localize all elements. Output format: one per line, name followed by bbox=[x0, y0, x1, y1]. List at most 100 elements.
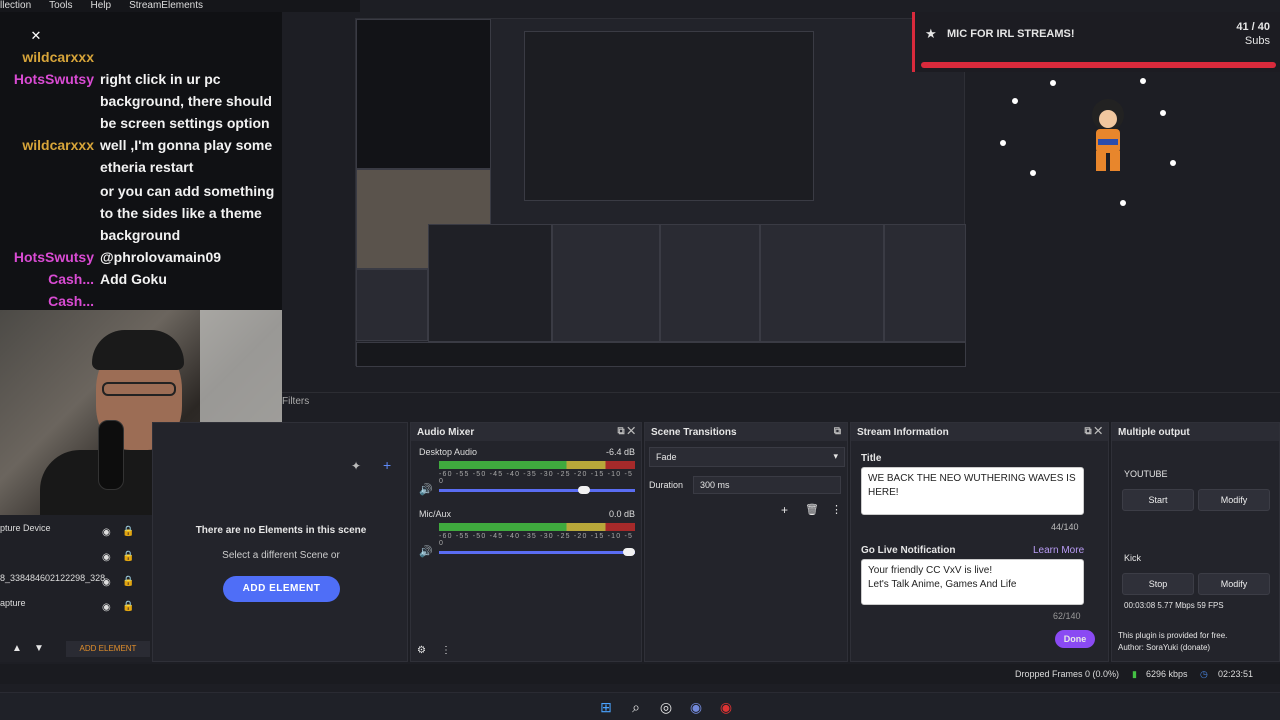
desktop-audio-ticks: -60 -55 -50 -45 -40 -35 -30 -25 -20 -15 … bbox=[439, 471, 634, 485]
star-icon: ★ bbox=[925, 26, 937, 41]
eye-icon[interactable]: ◉ bbox=[102, 602, 111, 613]
audio-mixer-title: Audio Mixer bbox=[417, 427, 475, 438]
go-live-char-count: 62/140 bbox=[1053, 611, 1081, 621]
multiple-output-header: Multiple output bbox=[1112, 423, 1279, 441]
mic-aux-knob[interactable] bbox=[623, 548, 636, 556]
go-live-text-1: Your friendly CC VxV is live! bbox=[868, 565, 993, 576]
dock-controls-icon[interactable]: ⧉ ✕ bbox=[617, 426, 635, 437]
alert-progress-bar bbox=[921, 62, 1276, 68]
duration-label: Duration bbox=[649, 480, 684, 490]
snow-particle bbox=[1120, 200, 1126, 206]
go-live-input[interactable]: Your friendly CC VxV is live! Let's Talk … bbox=[861, 559, 1084, 605]
close-icon[interactable]: ✕ bbox=[29, 29, 43, 43]
snow-particle bbox=[1050, 80, 1056, 86]
move-down-icon[interactable]: ▼ bbox=[34, 643, 44, 654]
youtube-label: YOUTUBE bbox=[1124, 469, 1168, 479]
lock-icon[interactable]: 🔒 bbox=[122, 551, 134, 562]
alert-count-unit: Subs bbox=[1244, 35, 1270, 47]
record-app-icon[interactable]: ◉ bbox=[716, 697, 736, 717]
obs-icon[interactable]: ◎ bbox=[656, 697, 676, 717]
clock-icon: ◷ bbox=[1200, 669, 1208, 679]
desktop-audio-knob[interactable] bbox=[578, 486, 591, 494]
chat-line: or you can add something to the sides li… bbox=[100, 183, 275, 243]
stream-information-header: Stream Information ⧉ ✕ bbox=[851, 423, 1108, 441]
chat-line: wildcarxxx bbox=[22, 49, 94, 65]
transition-select[interactable]: Fade ▾ bbox=[649, 447, 845, 467]
chat-line: HotsSwutsy @phrolovamain09 bbox=[13, 249, 222, 265]
stream-information-title: Stream Information bbox=[857, 427, 949, 438]
sources-dock: pture Device ◉ 🔒 ◉ 🔒 8_338484602122298_328 ◉… bbox=[0, 515, 152, 662]
move-up-icon[interactable]: ▲ bbox=[12, 643, 22, 654]
kick-modify-button[interactable]: Modify bbox=[1198, 573, 1270, 595]
more-icon[interactable]: ⋮ bbox=[441, 645, 451, 656]
source-row[interactable]: ◉ 🔒 bbox=[0, 548, 150, 568]
sparkle-icon[interactable]: ✦ bbox=[351, 459, 361, 473]
title-label: Title bbox=[861, 453, 882, 464]
snow-particle bbox=[1160, 110, 1166, 116]
sub-goal-alert: ★ MIC FOR IRL STREAMS! 41 / 40 Subs bbox=[912, 12, 1280, 72]
lock-icon[interactable]: 🔒 bbox=[122, 526, 134, 537]
source-row[interactable]: apture ◉ 🔒 bbox=[0, 598, 150, 618]
learn-more-link[interactable]: Learn More bbox=[1033, 545, 1084, 556]
microphone bbox=[98, 420, 124, 490]
mic-aux-label: Mic/Aux bbox=[419, 509, 452, 519]
eye-icon[interactable]: ◉ bbox=[102, 577, 111, 588]
mic-aux-slider[interactable] bbox=[439, 551, 635, 554]
menu-tools[interactable]: Tools bbox=[49, 0, 72, 12]
mic-aux-ticks: -60 -55 -50 -45 -40 -35 -30 -25 -20 -15 … bbox=[439, 533, 634, 547]
nested-sources bbox=[356, 269, 428, 341]
bitrate: 6296 kbps bbox=[1146, 669, 1188, 679]
desktop-audio-slider[interactable] bbox=[439, 489, 635, 492]
empty-scene-title: There are no Elements in this scene bbox=[195, 525, 367, 536]
source-row[interactable]: pture Device ◉ 🔒 bbox=[0, 523, 150, 543]
trash-icon[interactable]: 🗑 bbox=[805, 503, 819, 516]
source-row[interactable]: 8_338484602122298_328 ◉ 🔒 bbox=[0, 573, 150, 593]
stream-time: 02:23:51 bbox=[1218, 669, 1254, 679]
title-input[interactable]: WE BACK THE NEO WUTHERING WAVES IS HERE! bbox=[861, 467, 1084, 515]
dock-controls-icon[interactable]: ⧉ bbox=[834, 426, 841, 437]
webcam-cap bbox=[92, 330, 184, 370]
speaker-icon[interactable]: 🔊 bbox=[419, 545, 433, 558]
more-icon[interactable]: ⋮ bbox=[831, 503, 842, 516]
nested-chat bbox=[356, 19, 491, 169]
window-light bbox=[200, 310, 282, 430]
chevron-down-icon: ▾ bbox=[833, 451, 838, 461]
windows-start-icon[interactable]: ⊞ bbox=[596, 697, 616, 717]
done-button[interactable]: Done bbox=[1055, 630, 1095, 648]
nested-taskbar bbox=[356, 342, 966, 367]
lock-icon[interactable]: 🔒 bbox=[122, 601, 134, 612]
eye-icon[interactable]: ◉ bbox=[102, 552, 111, 563]
filters-button[interactable]: Filters bbox=[282, 396, 309, 407]
dock-controls-icon[interactable]: ⧉ ✕ bbox=[1084, 426, 1102, 437]
nested-preview bbox=[355, 18, 966, 367]
program-preview[interactable] bbox=[355, 18, 966, 367]
mic-aux-db: 0.0 dB bbox=[609, 509, 636, 519]
desktop-audio-label: Desktop Audio bbox=[419, 447, 478, 457]
nested-mixer bbox=[552, 224, 660, 342]
settings-icon[interactable]: ⚙ bbox=[417, 645, 426, 656]
audio-mixer-dock: Audio Mixer ⧉ ✕ Desktop Audio -6.4 dB -60… bbox=[410, 422, 642, 662]
nested-obs bbox=[524, 31, 814, 201]
filters-bar: Filters bbox=[282, 392, 1280, 412]
webcam-glasses bbox=[102, 382, 176, 396]
eye-icon[interactable]: ◉ bbox=[102, 527, 111, 538]
youtube-modify-button[interactable]: Modify bbox=[1198, 489, 1270, 511]
duration-input[interactable]: 300 ms bbox=[693, 476, 841, 494]
menu-help[interactable]: Help bbox=[91, 0, 112, 12]
alert-title: MIC FOR IRL STREAMS! bbox=[947, 28, 1075, 40]
dropped-frames: Dropped Frames 0 (0.0%) bbox=[1015, 669, 1120, 679]
audio-mixer-header: Audio Mixer ⧉ ✕ bbox=[411, 423, 641, 441]
discord-icon[interactable]: ◉ bbox=[686, 697, 706, 717]
signal-icon: ▮ bbox=[1132, 669, 1137, 679]
add-icon[interactable]: + bbox=[781, 503, 788, 517]
menu-streamelements[interactable]: StreamElements bbox=[129, 0, 203, 12]
add-element-primary-button[interactable]: ADD ELEMENT bbox=[223, 576, 340, 602]
lock-icon[interactable]: 🔒 bbox=[122, 576, 134, 587]
kick-stop-button[interactable]: Stop bbox=[1122, 573, 1194, 595]
search-icon[interactable]: ⌕ bbox=[626, 697, 646, 717]
add-element-button[interactable]: ADD ELEMENT bbox=[66, 641, 150, 657]
add-icon[interactable]: + bbox=[383, 457, 391, 473]
youtube-start-button[interactable]: Start bbox=[1122, 489, 1194, 511]
menu-collection[interactable]: llection bbox=[0, 0, 31, 12]
speaker-icon[interactable]: 🔊 bbox=[419, 483, 433, 496]
